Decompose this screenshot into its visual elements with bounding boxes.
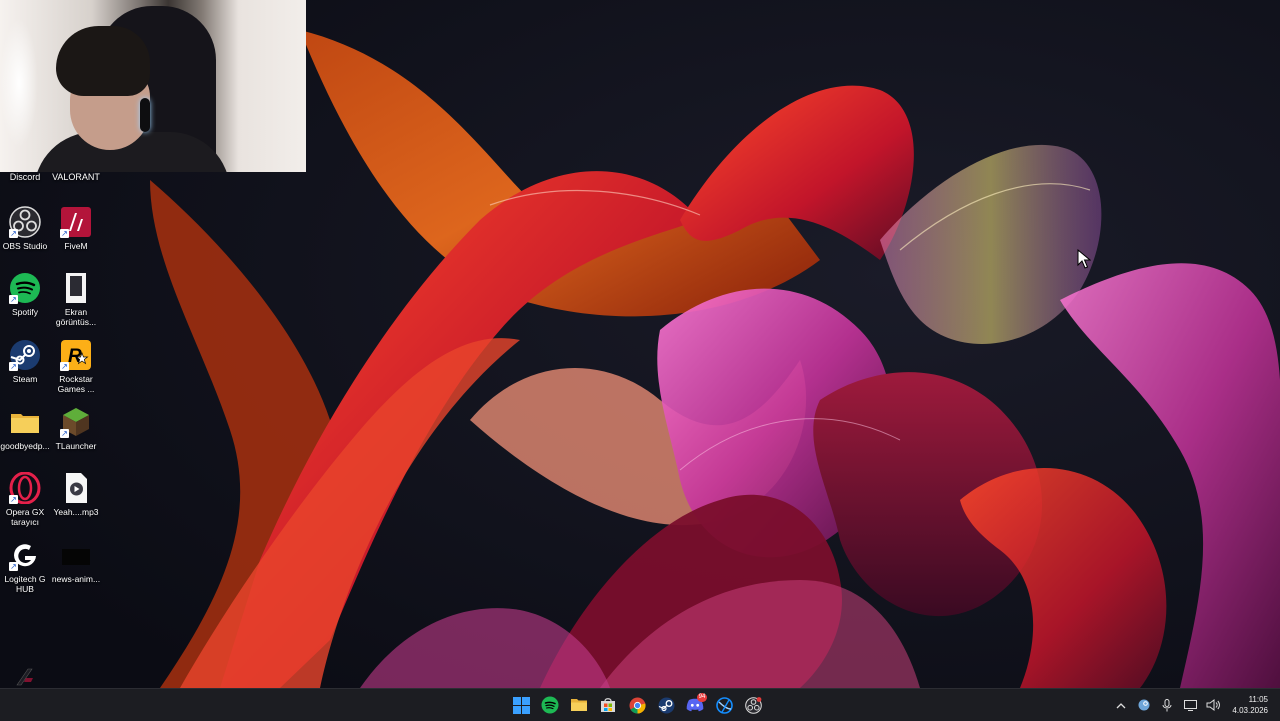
desktop-icon-screenshot[interactable]: Ekran görüntüs... (51, 272, 101, 327)
taskbar-steam-button[interactable] (654, 691, 678, 719)
desktop-icon-label: Logitech G HUB (4, 574, 46, 594)
taskbar-file-explorer-button[interactable] (567, 691, 591, 719)
shortcut-arrow-icon: ↗ (9, 562, 18, 571)
webcam-hair (56, 26, 150, 96)
obs-icon: ↗ (9, 206, 41, 238)
video-file-icon (60, 539, 92, 571)
spotify-icon (541, 696, 559, 714)
chevron-up-icon[interactable] (1114, 698, 1128, 712)
tlauncher-icon: ↗ (60, 406, 92, 438)
rockstar-icon: R ↗ (60, 339, 92, 371)
desktop-icon-label: news-anim... (51, 574, 101, 584)
shortcut-arrow-icon: ↗ (60, 429, 69, 438)
desktop-icon-news-anim[interactable]: news-anim... (51, 539, 101, 584)
volume-icon[interactable] (1206, 698, 1220, 712)
webcam-light (0, 18, 38, 148)
webcam-headset (140, 98, 150, 132)
taskbar-apps: 94 (509, 689, 765, 721)
desktop-icon-label: FiveM (64, 241, 88, 251)
webcam-overlay (0, 0, 306, 172)
shortcut-arrow-icon: ↗ (9, 362, 18, 371)
desktop-label-discord[interactable]: Discord (0, 172, 50, 182)
opera-gx-icon: ↗ (9, 472, 41, 504)
shortcut-arrow-icon: ↗ (9, 229, 18, 238)
screenshot-file-icon (60, 272, 92, 304)
shortcut-arrow-icon: ↗ (9, 295, 18, 304)
taskbar-start-button[interactable] (509, 691, 533, 719)
desktop-icon-fivem[interactable]: ↗ FiveM (51, 206, 101, 251)
shortcut-arrow-icon: ↗ (60, 229, 69, 238)
desktop-icon-label: Rockstar Games ... (57, 374, 95, 394)
taskbar-battlenet-button[interactable] (712, 691, 736, 719)
desktop-icon-spotify[interactable]: ↗ Spotify (0, 272, 50, 317)
taskbar: 94 11:05 4.03.2026 (0, 688, 1280, 721)
audio-file-icon (60, 472, 92, 504)
obs-icon (744, 696, 762, 714)
desktop-icon-label: goodbyedp... (0, 441, 50, 451)
discord-notification-badge: 94 (697, 693, 707, 702)
desktop-icon-steam[interactable]: ↗ Steam (0, 339, 50, 384)
display-icon[interactable] (1183, 698, 1197, 712)
svg-text:R: R (68, 346, 82, 367)
taskbar-store-button[interactable] (596, 691, 620, 719)
logitech-g-hub-icon: ↗ (9, 539, 41, 571)
spotify-icon: ↗ (9, 272, 41, 304)
desktop-label-valorant[interactable]: VALORANT (51, 172, 101, 182)
desktop-icon-rockstar[interactable]: R ↗ Rockstar Games ... (51, 339, 101, 394)
system-tray (1114, 689, 1220, 721)
taskbar-clock[interactable]: 11:05 4.03.2026 (1232, 694, 1268, 716)
desktop-icon-tlauncher[interactable]: ↗ TLauncher (51, 406, 101, 451)
steam-tray-icon[interactable] (1137, 698, 1151, 712)
folder-icon (571, 699, 587, 711)
steam-icon (658, 697, 674, 713)
shortcut-arrow-icon: ↗ (9, 495, 18, 504)
taskbar-discord-button[interactable]: 94 (683, 691, 707, 719)
desktop-icon-label: TLauncher (55, 441, 97, 451)
watermark-logo (14, 664, 38, 690)
fivem-icon: ↗ (60, 206, 92, 238)
desktop-icon-obs-studio[interactable]: ↗ OBS Studio (0, 206, 50, 251)
desktop-icon-yeah-mp3[interactable]: Yeah....mp3 (51, 472, 101, 517)
desktop-icon-label: Ekran görüntüs... (55, 307, 97, 327)
watermark-mark-icon (16, 668, 33, 686)
shortcut-arrow-icon: ↗ (60, 362, 69, 371)
clock-date: 4.03.2026 (1232, 706, 1268, 715)
mouse-cursor-icon (1077, 249, 1091, 269)
battlenet-icon (715, 696, 733, 714)
desktop-icon-label: Spotify (12, 307, 38, 317)
windows-start-icon (512, 696, 530, 714)
desktop-icon-label: Steam (12, 374, 38, 384)
desktop-icon-label: OBS Studio (2, 241, 48, 251)
desktop-icon-opera-gx[interactable]: ↗ Opera GX tarayıcı (0, 472, 50, 527)
store-icon (601, 698, 615, 712)
desktop-icon-goodbyedpi-folder[interactable]: goodbyedp... (0, 406, 50, 451)
desktop-icon-label: Yeah....mp3 (53, 507, 99, 517)
chrome-icon (629, 697, 646, 714)
desktop-icon-logitech-g-hub[interactable]: ↗ Logitech G HUB (0, 539, 50, 594)
taskbar-spotify-button[interactable] (538, 691, 562, 719)
taskbar-obs-button[interactable] (741, 691, 765, 719)
folder-icon (9, 406, 41, 438)
steam-icon: ↗ (9, 339, 41, 371)
microphone-icon[interactable] (1160, 698, 1174, 712)
desktop-icon-label: Opera GX tarayıcı (5, 507, 45, 527)
clock-time: 11:05 (1248, 695, 1268, 704)
taskbar-chrome-button[interactable] (625, 691, 649, 719)
